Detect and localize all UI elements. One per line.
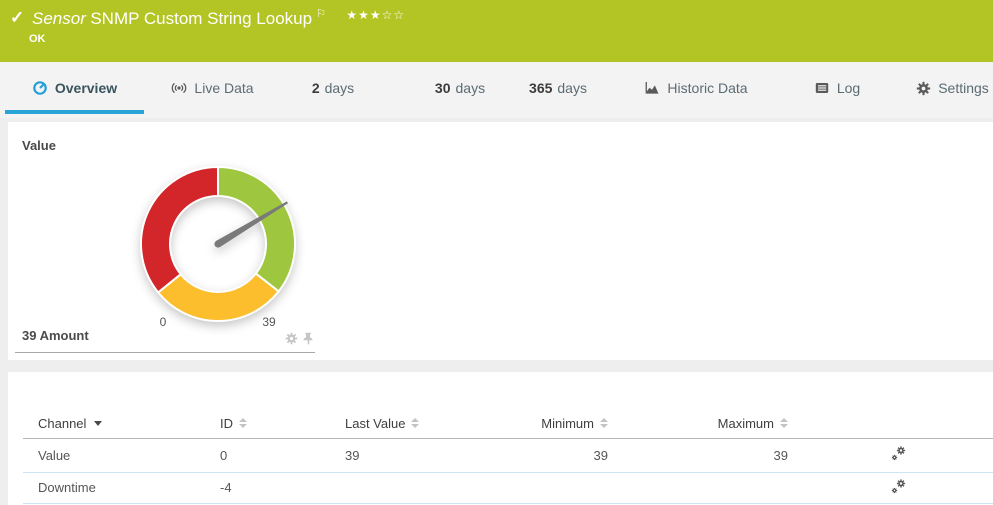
gauge-divider xyxy=(15,352,315,353)
tab-number: 2 xyxy=(312,80,320,96)
gauge-settings-gear-icon[interactable] xyxy=(285,332,298,345)
sort-icon xyxy=(239,418,247,428)
gauge-icon xyxy=(32,80,48,96)
tab-label: days xyxy=(325,80,355,96)
tab-settings[interactable]: Settings xyxy=(912,62,993,114)
tab-label: Historic Data xyxy=(667,80,747,96)
column-header-last-value[interactable]: Last Value xyxy=(330,410,430,438)
tab-label: Log xyxy=(837,80,860,96)
log-list-icon xyxy=(814,80,830,96)
sensor-status-text: OK xyxy=(29,33,46,45)
cell-maximum xyxy=(623,472,803,503)
cell-channel: Downtime xyxy=(23,472,205,503)
tab-label: days xyxy=(456,80,486,96)
table-row-value: Value 0 39 39 39 xyxy=(23,438,993,472)
sort-caret-icon xyxy=(94,421,102,426)
gauge-footer-label: 39 Amount xyxy=(22,328,89,343)
cell-minimum xyxy=(430,472,623,503)
channel-settings-gears-icon[interactable] xyxy=(890,445,907,462)
gauge-pin-icon[interactable] xyxy=(303,332,314,345)
channels-panel: Channel ID Last Value Minimum Maximum xyxy=(8,372,993,505)
stars-empty: ☆☆ xyxy=(382,8,406,22)
gear-icon xyxy=(916,81,931,96)
tab-bar: Overview Live Data 2 days 30 days 365 da… xyxy=(0,62,993,118)
overview-panel: Value 0 39 39 Amount xyxy=(8,122,993,360)
tab-number: 30 xyxy=(435,80,451,96)
priority-stars[interactable]: ★★★☆☆ xyxy=(346,8,405,22)
cell-last-value: 39 xyxy=(330,438,430,472)
tab-label: Live Data xyxy=(194,80,253,96)
sort-icon xyxy=(600,418,608,428)
live-data-icon xyxy=(171,80,187,96)
tab-live-data[interactable]: Live Data xyxy=(160,62,265,114)
sort-icon xyxy=(780,418,788,428)
tab-overview[interactable]: Overview xyxy=(5,62,144,114)
column-label: Channel xyxy=(38,416,86,431)
tab-365-days[interactable]: 365 days xyxy=(518,62,598,114)
tab-2-days[interactable]: 2 days xyxy=(300,62,366,114)
sensor-status-banner: ✓ Sensor SNMP Custom String Lookup ⚐ ★★★☆… xyxy=(0,0,993,62)
sensor-title-line: Sensor SNMP Custom String Lookup ⚐ ★★★☆☆ xyxy=(32,7,405,29)
column-header-id[interactable]: ID xyxy=(205,410,330,438)
tab-log[interactable]: Log xyxy=(806,62,868,114)
tab-label: days xyxy=(557,80,587,96)
column-label: Minimum xyxy=(541,416,594,431)
tab-label: Settings xyxy=(938,80,989,96)
cell-minimum: 39 xyxy=(430,438,623,472)
cell-id: 0 xyxy=(205,438,330,472)
cell-last-value xyxy=(330,472,430,503)
gauge-panel-title: Value xyxy=(22,138,56,153)
table-row-downtime: Downtime -4 xyxy=(23,472,993,503)
tab-historic-data[interactable]: Historic Data xyxy=(640,62,752,114)
sensor-kind-label: Sensor xyxy=(32,9,86,28)
channel-settings-gears-icon[interactable] xyxy=(890,478,907,495)
column-label: ID xyxy=(220,416,233,431)
cell-channel: Value xyxy=(23,438,205,472)
column-header-channel[interactable]: Channel xyxy=(23,410,205,438)
stars-filled: ★★★ xyxy=(346,8,381,22)
gauge-min-label: 0 xyxy=(148,315,178,329)
gauge-max-label: 39 xyxy=(254,315,284,329)
flag-icon[interactable]: ⚐ xyxy=(316,8,326,20)
column-header-minimum[interactable]: Minimum xyxy=(430,410,623,438)
column-header-actions xyxy=(803,410,993,438)
tab-number: 365 xyxy=(529,80,552,96)
cell-maximum: 39 xyxy=(623,438,803,472)
sort-icon xyxy=(411,418,419,428)
area-chart-icon xyxy=(644,80,660,96)
sensor-title: SNMP Custom String Lookup xyxy=(90,9,312,28)
column-label: Last Value xyxy=(345,416,405,431)
tab-30-days[interactable]: 30 days xyxy=(425,62,495,114)
column-header-maximum[interactable]: Maximum xyxy=(623,410,803,438)
column-label: Maximum xyxy=(718,416,774,431)
cell-id: -4 xyxy=(205,472,330,503)
ok-check-icon: ✓ xyxy=(10,8,24,28)
tab-label: Overview xyxy=(55,80,117,96)
channels-table: Channel ID Last Value Minimum Maximum xyxy=(23,410,993,504)
value-gauge xyxy=(128,154,308,334)
